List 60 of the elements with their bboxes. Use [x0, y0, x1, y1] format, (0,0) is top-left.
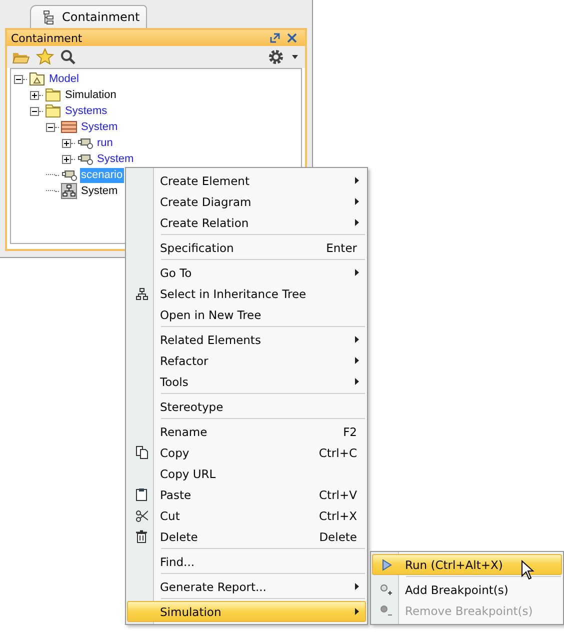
- trash-icon: [136, 530, 147, 543]
- menu-item[interactable]: Delete Delete: [128, 526, 365, 547]
- expand-icon[interactable]: [30, 90, 39, 100]
- containment-tab[interactable]: Containment: [30, 5, 147, 28]
- model-icon: [29, 72, 45, 86]
- menu-item[interactable]: Create Relation: [128, 212, 365, 233]
- menu-item[interactable]: Create Diagram: [128, 191, 365, 212]
- menu-item[interactable]: Create Element: [128, 170, 365, 191]
- menu-item[interactable]: Select in Inheritance Tree: [128, 283, 365, 304]
- tree-item[interactable]: System: [80, 184, 119, 198]
- close-icon[interactable]: [287, 33, 297, 43]
- star-icon[interactable]: [36, 48, 54, 66]
- menu-item[interactable]: Cut Ctrl+X: [128, 505, 365, 526]
- scissors-icon: [136, 510, 148, 522]
- menu-item[interactable]: Copy URL: [128, 463, 365, 484]
- tree-item[interactable]: Model: [48, 72, 80, 86]
- block-icon: [61, 120, 77, 134]
- expand-icon[interactable]: [62, 138, 71, 148]
- menu-item[interactable]: Open in New Tree: [128, 304, 365, 325]
- hierarchy-icon: [136, 288, 148, 300]
- menu-item[interactable]: Specification Enter: [128, 237, 365, 258]
- settings-icon[interactable]: [267, 48, 285, 66]
- diagram-icon: [61, 183, 77, 199]
- dropdown-caret-icon[interactable]: [291, 54, 299, 60]
- menu-item[interactable]: Add Breakpoint(s): [373, 579, 561, 600]
- search-icon[interactable]: [60, 49, 76, 65]
- menu-item[interactable]: Generate Report...: [128, 576, 365, 597]
- tree-item[interactable]: Systems: [64, 104, 108, 118]
- part-icon: [77, 136, 93, 150]
- part-icon: [61, 168, 77, 182]
- folder-icon: [45, 104, 61, 118]
- tree-item[interactable]: run: [96, 136, 114, 150]
- menu-item[interactable]: Related Elements: [128, 329, 365, 350]
- copy-icon: [136, 446, 148, 459]
- tree-item[interactable]: System: [96, 152, 135, 166]
- menu-item[interactable]: Run (Ctrl+Alt+X): [372, 554, 562, 575]
- add-breakpoint-icon: [380, 584, 393, 596]
- folder-icon: [45, 88, 61, 102]
- menu-item[interactable]: Refactor: [128, 350, 365, 371]
- menu-item[interactable]: Find...: [128, 551, 365, 572]
- panel-title: Containment: [11, 32, 84, 44]
- collapse-icon[interactable]: [30, 106, 39, 116]
- menu-item[interactable]: Copy Ctrl+C: [128, 442, 365, 463]
- collapse-icon[interactable]: [14, 74, 23, 84]
- play-icon: [382, 558, 392, 570]
- restore-icon[interactable]: [270, 33, 280, 43]
- menu-item[interactable]: Simulation: [127, 601, 366, 622]
- menu-item[interactable]: Go To: [128, 262, 365, 283]
- collapse-icon[interactable]: [46, 122, 55, 132]
- mouse-pointer-icon: [521, 560, 535, 580]
- part-icon: [77, 152, 93, 166]
- tree-item[interactable]: Simulation: [64, 88, 118, 102]
- menu-item[interactable]: Paste Ctrl+V: [128, 484, 365, 505]
- clipboard-icon: [136, 488, 147, 501]
- tree-item[interactable]: System: [80, 120, 119, 134]
- menu-item[interactable]: Rename F2: [128, 421, 365, 442]
- remove-breakpoint-icon: [380, 604, 393, 616]
- menu-item[interactable]: Tools: [128, 371, 365, 392]
- expand-icon[interactable]: [62, 154, 71, 164]
- menu-item[interactable]: Stereotype: [128, 396, 365, 417]
